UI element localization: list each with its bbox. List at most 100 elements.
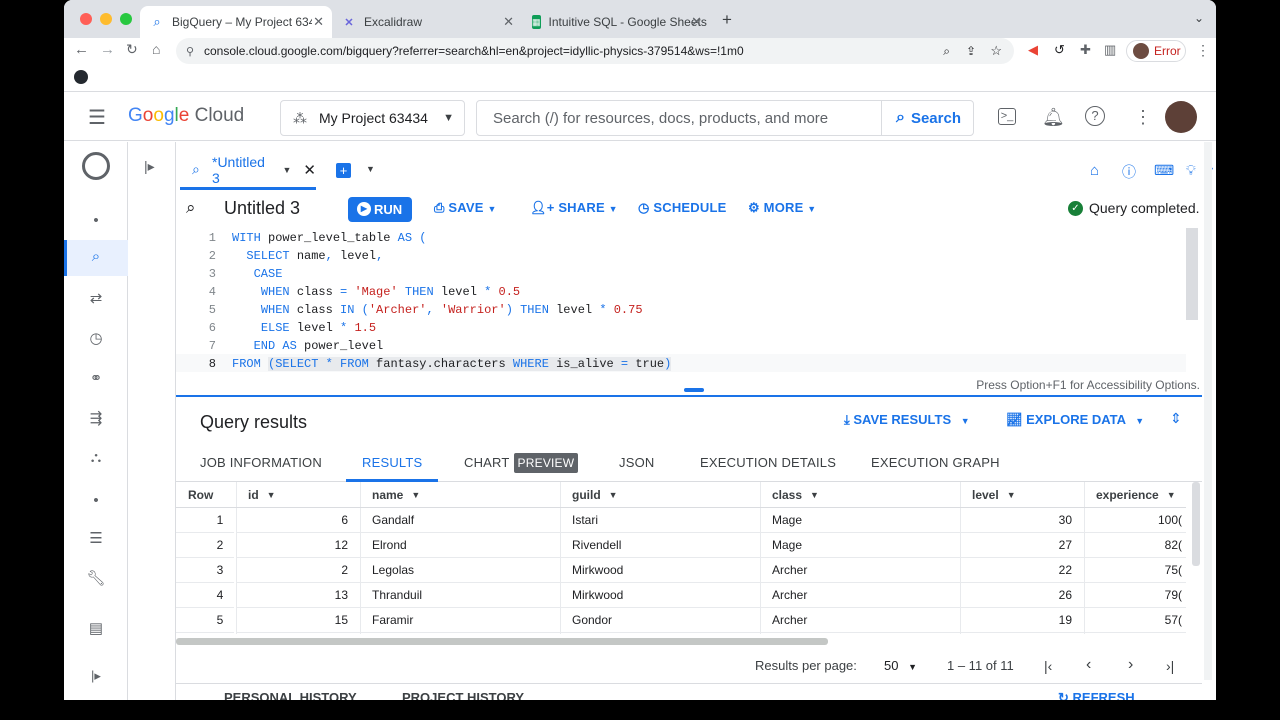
expand-results-icon[interactable]: ⇕ [1170, 410, 1182, 427]
forward-icon[interactable]: → [100, 41, 115, 58]
history-icon[interactable]: ◷ [86, 329, 106, 349]
table-cell-experience[interactable]: 75( [1084, 558, 1186, 583]
table-cell-class[interactable]: Mage [760, 508, 960, 533]
side-panel-icon[interactable]: ▥ [1104, 42, 1116, 58]
table-cell-level[interactable]: 30 [960, 508, 1084, 533]
new-query-icon[interactable]: + [336, 163, 351, 178]
table-cell-id[interactable]: 6 [236, 508, 360, 533]
url-field[interactable]: ⚲ console.cloud.google.com/bigquery?refe… [176, 38, 1014, 64]
column-header-level[interactable]: level ▼ [972, 482, 1084, 507]
column-header-class[interactable]: class ▼ [772, 482, 960, 507]
per-page-select[interactable]: 50 ▼ [884, 658, 917, 673]
tab-chart[interactable]: CHART PREVIEW [464, 453, 579, 473]
browser-tab-sheets[interactable]: ▦ Intuitive SQL - Google Sheets ✕ [522, 6, 710, 38]
table-cell-name[interactable]: Faramir [360, 608, 560, 633]
table-cell-experience[interactable]: 100( [1084, 508, 1186, 533]
sql-editor[interactable]: 1 2 3 4 5 6 7 8 WITH power_level_table A… [176, 228, 1202, 374]
last-page-icon[interactable]: ›| [1166, 658, 1174, 674]
list-icon[interactable]: ☰ [86, 529, 106, 549]
bigquery-logo-icon[interactable] [82, 152, 110, 180]
table-cell-row[interactable]: 1 [176, 508, 234, 533]
share-button[interactable]: 👤︎+ SHARE ▼ [530, 200, 618, 216]
table-cell-experience[interactable]: 57( [1084, 608, 1186, 633]
table-cell-guild[interactable]: Mirkwood [560, 558, 760, 583]
tab-untitled-3[interactable]: ⌕ *Untitled 3 ▼ ✕ [180, 152, 316, 190]
extension-megaphone-icon[interactable]: ◀ [1028, 42, 1038, 58]
editor-results-divider[interactable] [176, 395, 1202, 397]
site-info-icon[interactable]: ⚲ [186, 45, 194, 58]
table-cell-level[interactable]: 22 [960, 558, 1084, 583]
table-cell-name[interactable]: Thranduil [360, 583, 560, 608]
editor-scrollbar[interactable] [1186, 228, 1198, 320]
schedule-button[interactable]: ◷ SCHEDULE [638, 200, 726, 216]
dataflow-icon[interactable]: ⇶ [86, 409, 106, 429]
results-horizontal-scrollbar[interactable] [176, 638, 828, 645]
back-icon[interactable]: ← [74, 41, 89, 58]
google-cloud-logo[interactable]: Google Cloud [128, 105, 244, 127]
save-button[interactable]: ⎙ SAVE ▼ [434, 200, 497, 216]
tab-personal-history[interactable]: PERSONAL HISTORY [224, 690, 357, 700]
refresh-button[interactable]: ↻ REFRESH [1058, 690, 1135, 700]
wrench-icon[interactable]: 🔧︎ [86, 569, 106, 589]
column-header-row[interactable]: Row [188, 482, 234, 507]
table-cell-row[interactable]: 5 [176, 608, 234, 633]
page-scrollbar[interactable] [1204, 142, 1212, 680]
tab-project-history[interactable]: PROJECT HISTORY [402, 690, 524, 700]
lightbulb-icon[interactable]: 💡︎ [1186, 162, 1196, 179]
previous-page-icon[interactable]: ‹ [1086, 656, 1091, 674]
table-cell-level[interactable]: 19 [960, 608, 1084, 633]
table-cell-row[interactable]: 3 [176, 558, 234, 583]
table-cell-level[interactable]: 27 [960, 533, 1084, 558]
close-tab-icon[interactable]: ✕ [691, 14, 702, 30]
close-tab-icon[interactable]: ✕ [503, 14, 514, 30]
table-cell-class[interactable]: Archer [760, 608, 960, 633]
results-vertical-scrollbar[interactable] [1192, 482, 1200, 566]
sort-arrow-icon[interactable]: ▼ [609, 490, 618, 500]
table-cell-class[interactable]: Mage [760, 533, 960, 558]
expand-explorer-icon[interactable]: |▸ [144, 158, 155, 175]
table-cell-class[interactable]: Archer [760, 583, 960, 608]
explore-data-button[interactable]: 📈︎ EXPLORE DATA ▼ [1006, 412, 1144, 428]
zoom-icon[interactable]: ⌕ [943, 44, 950, 59]
column-header-experience[interactable]: experience ▼ [1096, 482, 1186, 507]
tab-results[interactable]: RESULTS [362, 455, 422, 470]
release-notes-icon[interactable]: ▤ [86, 619, 106, 639]
github-icon[interactable] [74, 70, 88, 84]
search-button[interactable]: ⌕ Search [881, 100, 975, 136]
browser-menu-icon[interactable]: ⋮ [1196, 42, 1210, 59]
more-button[interactable]: ⚙ MORE ▼ [748, 200, 816, 216]
table-cell-id[interactable]: 15 [236, 608, 360, 633]
table-cell-guild[interactable]: Istari [560, 508, 760, 533]
extension-sync-icon[interactable]: ↺ [1054, 42, 1065, 58]
help-icon[interactable]: ? [1085, 106, 1105, 126]
column-header-guild[interactable]: guild ▼ [572, 482, 760, 507]
sort-arrow-icon[interactable]: ▼ [411, 490, 420, 500]
tab-menu-arrow-icon[interactable]: ▼ [283, 165, 292, 175]
user-avatar[interactable] [1165, 101, 1197, 133]
minimize-window-button[interactable] [100, 13, 112, 25]
tab-execution-details[interactable]: EXECUTION DETAILS [700, 455, 836, 470]
analytics-hub-icon[interactable]: ⚭ [86, 369, 106, 389]
close-window-button[interactable] [80, 13, 92, 25]
table-cell-guild[interactable]: Rivendell [560, 533, 760, 558]
home-icon[interactable]: ⌂ [152, 41, 160, 57]
tab-job-information[interactable]: JOB INFORMATION [200, 455, 322, 470]
table-cell-id[interactable]: 2 [236, 558, 360, 583]
table-cell-row[interactable]: 4 [176, 583, 234, 608]
save-results-button[interactable]: ⤓ SAVE RESULTS ▼ [844, 412, 970, 428]
sort-arrow-icon[interactable]: ▼ [1167, 490, 1176, 500]
first-page-icon[interactable]: |‹ [1044, 658, 1052, 674]
new-tab-icon[interactable]: + [722, 10, 732, 30]
more-options-icon[interactable]: ⋮ [1134, 107, 1152, 128]
notifications-bell-icon[interactable]: 🔔︎ [1042, 107, 1065, 128]
resize-handle[interactable] [684, 388, 704, 392]
table-cell-experience[interactable]: 79( [1084, 583, 1186, 608]
tab-json[interactable]: JSON [619, 455, 654, 470]
close-editor-tab-icon[interactable]: ✕ [303, 161, 316, 179]
reload-icon[interactable]: ↻ [126, 41, 138, 58]
table-cell-name[interactable]: Gandalf [360, 508, 560, 533]
browser-tab-bigquery[interactable]: ⌕ BigQuery – My Project 63434 ✕ [140, 6, 332, 38]
share-page-icon[interactable]: ⇪ [966, 44, 976, 58]
transfers-icon[interactable]: ⇄ [86, 289, 106, 309]
column-header-name[interactable]: name ▼ [372, 482, 560, 507]
